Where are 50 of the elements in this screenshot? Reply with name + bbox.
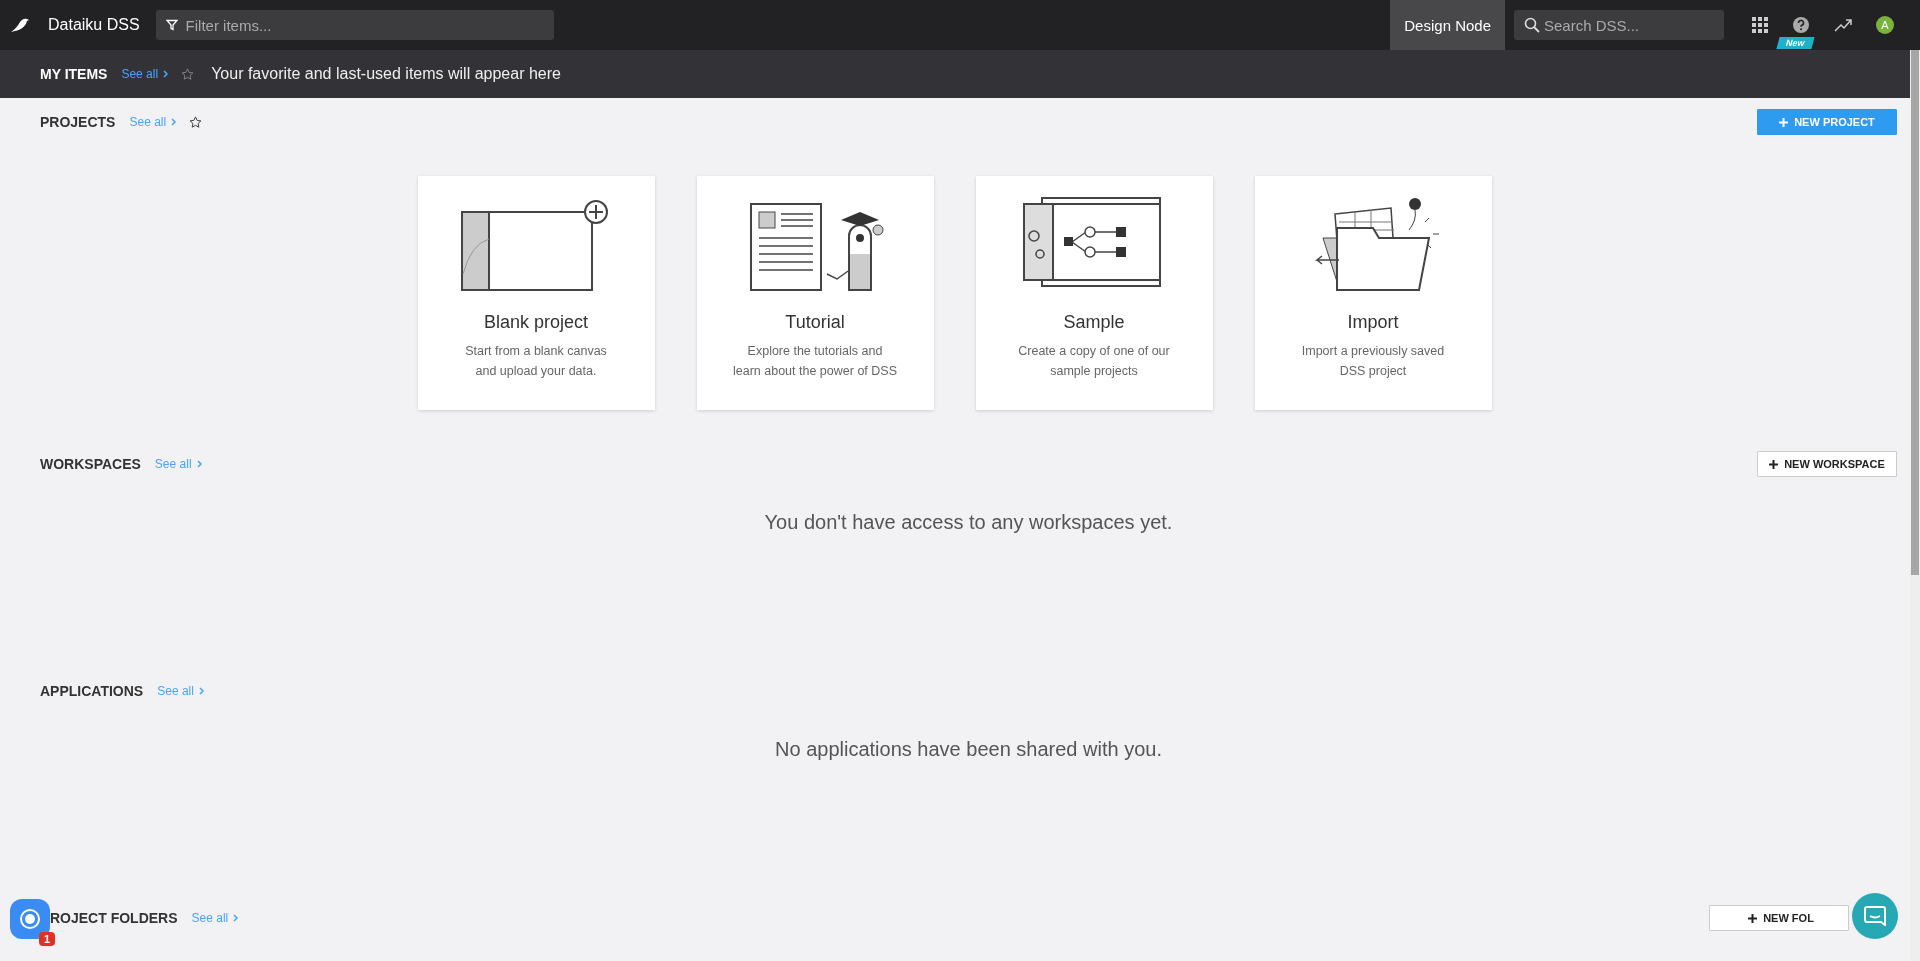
new-item-button[interactable]: NEW FOL <box>1709 905 1849 931</box>
node-label[interactable]: Design Node <box>1390 0 1505 50</box>
card-title: Import <box>1347 312 1399 333</box>
new-badge: New <box>1776 37 1815 49</box>
empty-message: You don't have access to any workspaces yet. <box>763 511 1174 534</box>
project-type-card[interactable]: Import Import a previously saved DSS project <box>1254 176 1492 410</box>
notification-count: 1 <box>39 932 56 946</box>
project-type-card[interactable]: Sample Create a copy of one of our sample projects <box>975 176 1213 410</box>
plus-icon <box>1769 459 1779 469</box>
card-description: Start from a blank canvas and upload your data. <box>465 343 607 380</box>
chevron-right-icon <box>198 687 205 695</box>
chevron-right-icon <box>196 460 203 468</box>
apps-grid-icon[interactable] <box>1752 17 1768 33</box>
empty-message: No applications have been shared with you. <box>774 738 1163 761</box>
card-title: Tutorial <box>785 312 845 333</box>
star-icon[interactable] <box>189 115 203 129</box>
ring-icon <box>19 908 41 930</box>
section-title: MY ITEMS <box>40 66 108 82</box>
filter-icon <box>165 19 178 31</box>
my-items-message: Your favorite and last-used items will appear here <box>211 65 561 83</box>
project-type-card[interactable]: Tutorial Explore the tutorials and learn about the power of DSS <box>696 176 934 410</box>
card-description: Create a copy of one of our sample projects <box>1018 343 1170 380</box>
section-title: ROJECT FOLDERS <box>50 910 178 926</box>
card-description: Explore the tutorials and learn about the power of DSS <box>733 343 897 380</box>
app-name[interactable]: Dataiku DSS <box>48 16 140 34</box>
card-title: Blank project <box>483 312 589 333</box>
section-title: WORKSPACES <box>40 456 141 472</box>
search-field[interactable]: Search DSS... <box>1514 10 1724 40</box>
see-all-link[interactable]: See all <box>121 67 170 81</box>
project-type-card[interactable]: Blank project Start from a blank canvas and upload your data. <box>417 176 655 410</box>
filter-field[interactable]: Filter items... <box>155 10 554 40</box>
trend-icon[interactable] <box>1834 18 1852 32</box>
plus-icon <box>1779 117 1789 127</box>
chat-button[interactable] <box>1852 893 1898 939</box>
help-icon[interactable] <box>1792 16 1810 34</box>
plus-icon <box>1748 913 1758 923</box>
new-item-button[interactable]: NEW WORKSPACE <box>1757 451 1897 477</box>
bird-logo-icon[interactable] <box>10 17 30 33</box>
star-icon[interactable] <box>181 67 195 81</box>
scrollbar[interactable] <box>1910 50 1920 961</box>
chevron-right-icon <box>171 118 178 126</box>
search-icon <box>1524 17 1540 33</box>
scrollbar-thumb[interactable] <box>1911 50 1919 575</box>
card-description: Import a previously saved DSS project <box>1301 343 1445 380</box>
chevron-right-icon <box>163 70 170 78</box>
section-title: PROJECTS <box>40 114 116 130</box>
chevron-right-icon <box>233 914 240 922</box>
section-title: APPLICATIONS <box>40 683 144 699</box>
card-title: Sample <box>1063 312 1125 333</box>
chat-icon <box>1864 906 1886 926</box>
